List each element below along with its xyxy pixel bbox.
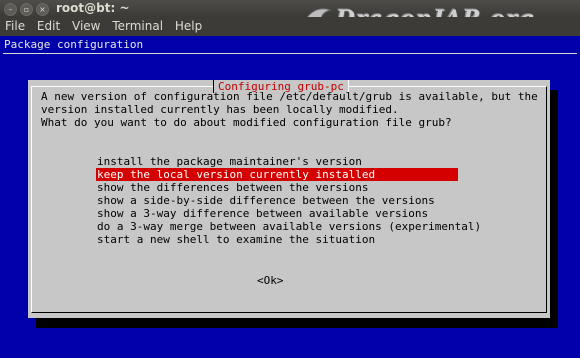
- option-install-maintainer[interactable]: install the package maintainer's version: [96, 155, 458, 168]
- minimize-button[interactable]: –: [4, 3, 17, 16]
- message-line: version installed currently has been loc…: [41, 103, 399, 116]
- option-3way-difference[interactable]: show a 3-way difference between availabl…: [96, 207, 458, 220]
- close-button[interactable]: ×: [36, 3, 49, 16]
- menu-help[interactable]: Help: [172, 17, 205, 36]
- menu-terminal[interactable]: Terminal: [109, 17, 166, 36]
- option-show-differences[interactable]: show the differences between the version…: [96, 181, 458, 194]
- option-new-shell[interactable]: start a new shell to examine the situati…: [96, 233, 458, 246]
- menu-bar: File Edit View Terminal Help: [0, 17, 580, 36]
- terminal-header: Package configuration: [4, 38, 144, 51]
- message-question: What do you want to do about modified co…: [41, 116, 452, 129]
- ok-button[interactable]: <Ok>: [257, 274, 284, 287]
- window-title: root@bt: ~: [56, 1, 130, 15]
- menu-file[interactable]: File: [2, 17, 28, 36]
- dialog-message: A new version of configuration file /etc…: [41, 90, 538, 129]
- message-line: A new version of configuration file /etc…: [41, 90, 538, 103]
- maximize-button[interactable]: ▫: [20, 3, 33, 16]
- terminal-area[interactable]: Package configuration Configuring grub-p…: [0, 36, 580, 358]
- option-3way-merge[interactable]: do a 3-way merge between available versi…: [96, 220, 481, 233]
- menu-edit[interactable]: Edit: [34, 17, 63, 36]
- config-dialog: Configuring grub-pc A new version of con…: [28, 80, 550, 318]
- header-divider: [3, 53, 577, 54]
- menu-view[interactable]: View: [69, 17, 103, 36]
- option-side-by-side[interactable]: show a side-by-side difference between t…: [96, 194, 458, 207]
- options-list: install the package maintainer's version…: [96, 155, 481, 246]
- option-keep-local[interactable]: keep the local version currently install…: [96, 168, 458, 181]
